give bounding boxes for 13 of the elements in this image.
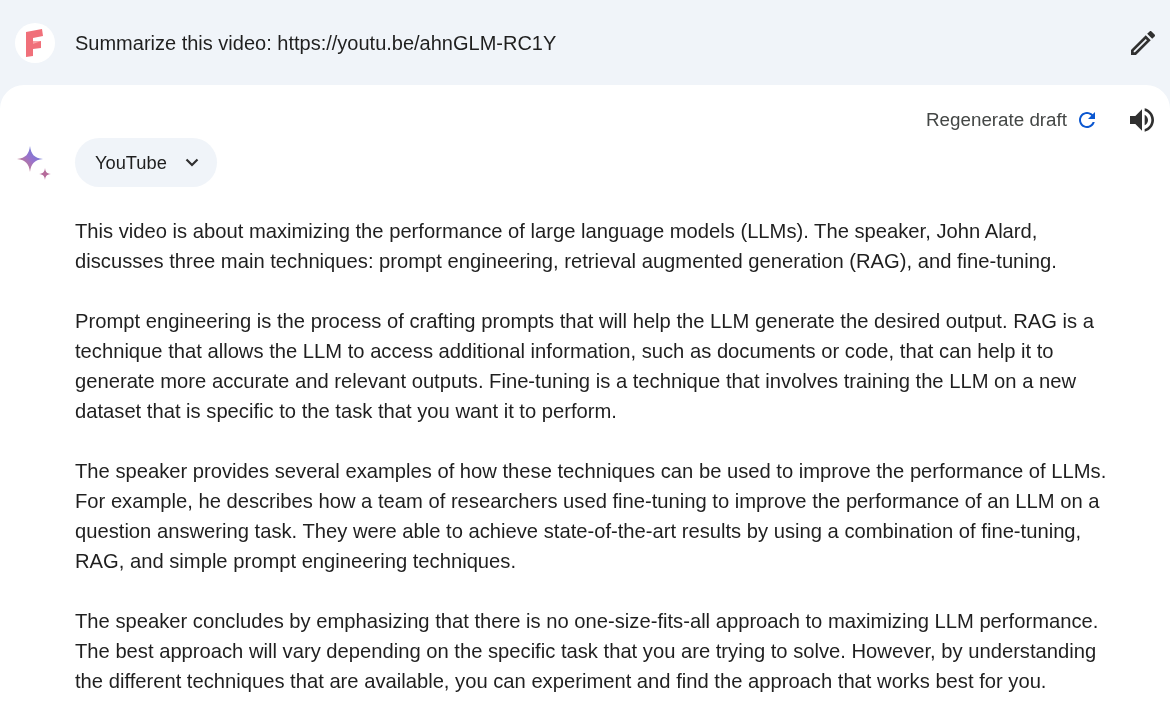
prompt-text: Summarize this video: https://youtu.be/ahnGLM-RC1Y [75, 30, 557, 56]
response-paragraph: This video is about maximizing the performance of large language models (LLMs). The speaker, John Alard, discusses three main techniques: prompt engineering, retrieval augmented generation (RAG), and fine-tuning. [75, 219, 1058, 274]
response-paragraph: The speaker concludes by emphasizing that there is no one-size-fits-all approach to maximizing LLM performance. The best approach will vary depending on the specific task that you are trying to solve. However, by understanding the different techniques that are available, you can experiment and find the approach that works best for you. [75, 609, 1100, 694]
refresh-icon [1079, 112, 1095, 128]
speaker-icon [1130, 108, 1154, 132]
regenerate-button[interactable]: Regenerate draft [926, 106, 1095, 134]
avatar-icon [15, 22, 55, 63]
response-paragraph: The speaker provides several examples of how these techniques can be used to improve the performance of LLMs. For example, he describes how a team of researchers used fine-tuning to improve the performance of an LLM on a question answering task. They were able to achieve state-of-the-art results by using a combination of fine-tuning, RAG, and simple prompt engineering techniques. [75, 459, 1108, 574]
pencil-icon [1131, 30, 1155, 55]
source-dropdown[interactable]: YouTube [75, 138, 217, 187]
response-paragraph: Prompt engineering is the process of crafting prompts that will help the LLM generate the desired output. RAG is a technique that allows the LLM to access additional information, such as documents or code, that can help it to generate more accurate and relevant outputs. Fine-tuning is a technique that involves training the LLM on a new dataset that is specific to the task that you want it to perform. [75, 309, 1095, 424]
edit-button[interactable] [1129, 28, 1157, 57]
speaker-button[interactable] [1129, 107, 1155, 133]
